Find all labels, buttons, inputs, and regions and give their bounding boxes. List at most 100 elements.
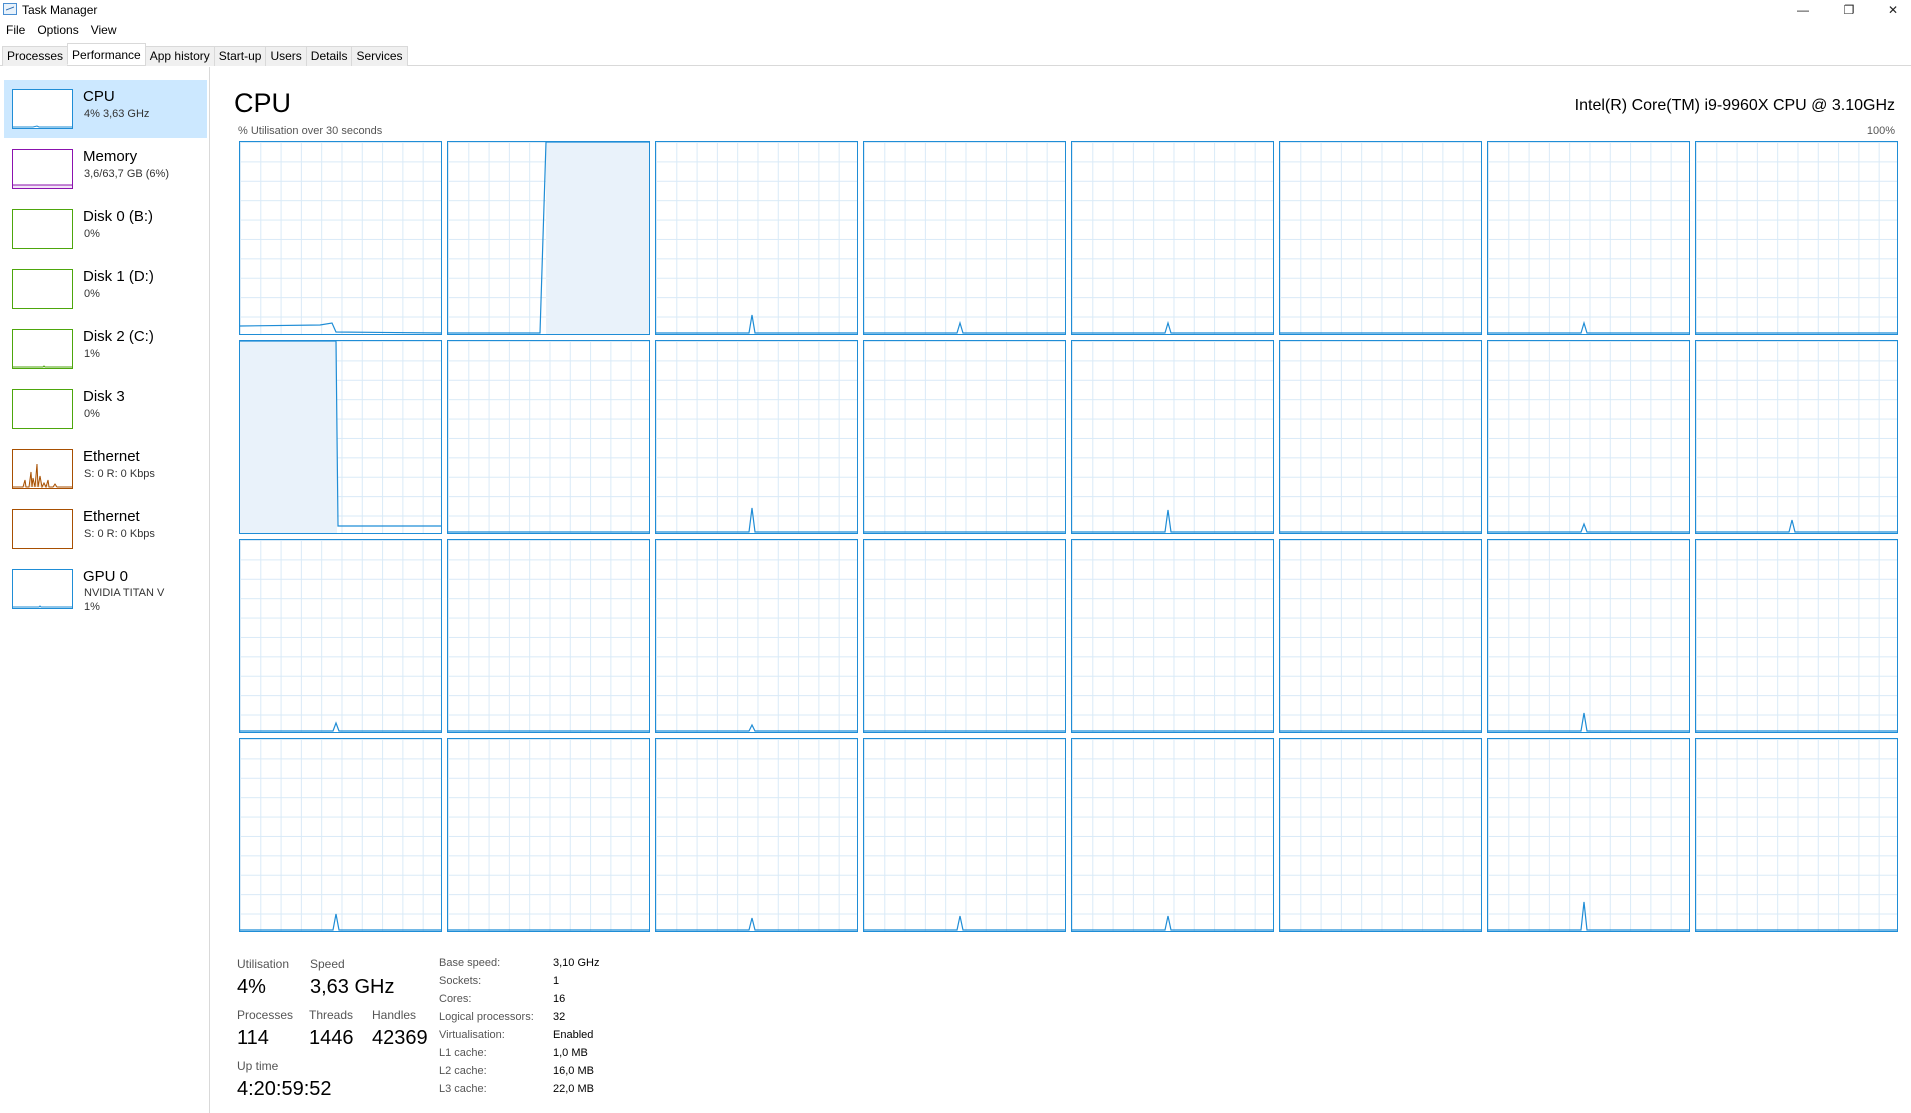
logical-processor-graph <box>1279 738 1482 932</box>
sidebar-item-label: GPU 0 <box>83 568 129 585</box>
ethernet-mini-graph <box>12 449 73 489</box>
sidebar-item-label: Ethernet <box>83 448 140 465</box>
sidebar-item-value: S: 0 R: 0 Kbps <box>84 468 155 480</box>
sidebar-item-value: 0% <box>84 288 100 300</box>
sidebar-item-value: 4% 3,63 GHz <box>84 108 150 120</box>
logical-processor-graph <box>655 141 858 335</box>
tab-users[interactable]: Users <box>265 46 307 66</box>
sidebar-item-value: S: 0 R: 0 Kbps <box>84 528 155 540</box>
logical-processor-graph <box>447 141 650 335</box>
logical-processor-graph <box>1487 340 1690 534</box>
processes-label: Processes <box>237 1008 294 1022</box>
speed-label: Speed <box>310 957 345 971</box>
sidebar-item-value: 0% <box>84 408 100 420</box>
gpu-model: NVIDIA TITAN V <box>84 587 165 599</box>
utilisation-label: Utilisation <box>237 957 290 971</box>
menu-file[interactable]: File <box>0 22 31 40</box>
handles-value: 42369 <box>372 1027 428 1049</box>
tab-app-history[interactable]: App history <box>144 46 215 66</box>
menu-options[interactable]: Options <box>31 22 84 40</box>
sidebar-item-ethernet-2[interactable]: Ethernet S: 0 R: 0 Kbps <box>4 500 207 558</box>
sidebar-item-value: 1% <box>84 348 100 360</box>
virtualisation-value: Enabled <box>553 1029 594 1041</box>
tab-bar: Processes Performance App history Start-… <box>0 40 1911 66</box>
logical-processors-label: Logical processors: <box>439 1011 534 1023</box>
sidebar-item-label: Disk 1 (D:) <box>83 268 154 285</box>
tab-details[interactable]: Details <box>305 46 353 66</box>
sockets-label: Sockets: <box>439 975 482 987</box>
logical-processor-graph <box>1487 141 1690 335</box>
threads-value: 1446 <box>309 1027 354 1049</box>
threads-label: Threads <box>309 1008 354 1022</box>
cpu-model-name: Intel(R) Core(TM) i9-9960X CPU @ 3.10GHz <box>1574 97 1895 114</box>
uptime-value: 4:20:59:52 <box>237 1078 332 1100</box>
sidebar-item-disk-0[interactable]: Disk 0 (B:) 0% <box>4 200 207 258</box>
close-button[interactable]: ✕ <box>1870 0 1911 20</box>
tab-start-up[interactable]: Start-up <box>213 46 267 66</box>
logical-processor-graph <box>447 738 650 932</box>
logical-processor-graph <box>863 340 1066 534</box>
logical-processors-value: 32 <box>553 1011 566 1023</box>
sidebar-item-label: Disk 2 (C:) <box>83 328 154 345</box>
logical-processor-graph <box>1071 539 1274 733</box>
logical-processor-graph <box>655 539 858 733</box>
l3-cache-value: 22,0 MB <box>553 1083 594 1095</box>
sidebar-item-disk-3[interactable]: Disk 3 0% <box>4 380 207 438</box>
logical-processor-graph <box>655 340 858 534</box>
page-title: CPU <box>234 88 292 118</box>
task-manager-icon <box>3 3 17 15</box>
logical-processor-graph <box>1071 340 1274 534</box>
logical-processor-graph <box>1695 340 1898 534</box>
sidebar-item-label: Disk 0 (B:) <box>83 208 154 225</box>
sockets-value: 1 <box>553 975 560 987</box>
logical-processor-graph <box>863 141 1066 335</box>
sidebar-item-ethernet-1[interactable]: Ethernet S: 0 R: 0 Kbps <box>4 440 207 498</box>
sidebar-item-value: NVIDIA TITAN V 1% <box>84 586 164 614</box>
memory-mini-graph <box>12 149 73 189</box>
logical-processor-graph <box>239 340 442 534</box>
sidebar-item-value: 3,6/63,7 GB (6%) <box>84 168 169 180</box>
gpu-utilisation: 1% <box>84 601 100 613</box>
sidebar-item-label: Disk 3 <box>83 388 125 405</box>
logical-processor-graph <box>863 738 1066 932</box>
utilisation-value: 4% <box>237 976 266 998</box>
logical-processor-graph <box>1071 738 1274 932</box>
window-title: Task Manager <box>22 3 98 17</box>
logical-processor-graph <box>239 539 442 733</box>
logical-processor-graph <box>239 738 442 932</box>
menu-view[interactable]: View <box>85 22 123 40</box>
base-speed-value: 3,10 GHz <box>553 957 600 969</box>
disk-mini-graph <box>12 389 73 429</box>
logical-processor-graph <box>1279 340 1482 534</box>
gpu-mini-graph <box>12 569 73 609</box>
processes-value: 114 <box>237 1027 269 1049</box>
l3-cache-label: L3 cache: <box>439 1083 487 1095</box>
disk-mini-graph <box>12 329 73 369</box>
virtualisation-label: Virtualisation: <box>439 1029 505 1041</box>
uptime-label: Up time <box>237 1059 279 1073</box>
cores-value: 16 <box>553 993 566 1005</box>
tab-processes[interactable]: Processes <box>2 46 69 66</box>
minimize-button[interactable]: — <box>1780 0 1826 20</box>
logical-processor-graph <box>1487 738 1690 932</box>
logical-processor-graph <box>1487 539 1690 733</box>
l2-cache-label: L2 cache: <box>439 1065 487 1077</box>
logical-processor-graph <box>655 738 858 932</box>
disk-mini-graph <box>12 209 73 249</box>
sidebar-item-gpu-0[interactable]: GPU 0 NVIDIA TITAN V 1% <box>4 560 207 618</box>
utilisation-caption: % Utilisation over 30 seconds <box>238 125 383 137</box>
restore-button[interactable]: ❐ <box>1826 0 1872 20</box>
sidebar-item-memory[interactable]: Memory 3,6/63,7 GB (6%) <box>4 140 207 198</box>
sidebar-item-disk-2[interactable]: Disk 2 (C:) 1% <box>4 320 207 378</box>
sidebar-item-label: Ethernet <box>83 508 140 525</box>
cores-label: Cores: <box>439 993 472 1005</box>
l2-cache-value: 16,0 MB <box>553 1065 594 1077</box>
logical-processor-graph <box>1695 141 1898 335</box>
tab-services[interactable]: Services <box>351 46 408 66</box>
sidebar-item-label: CPU <box>83 88 115 105</box>
base-speed-label: Base speed: <box>439 957 501 969</box>
sidebar-item-cpu[interactable]: CPU 4% 3,63 GHz <box>4 80 207 138</box>
tab-performance[interactable]: Performance <box>67 43 146 65</box>
sidebar-item-disk-1[interactable]: Disk 1 (D:) 0% <box>4 260 207 318</box>
sidebar-item-value: 0% <box>84 228 100 240</box>
